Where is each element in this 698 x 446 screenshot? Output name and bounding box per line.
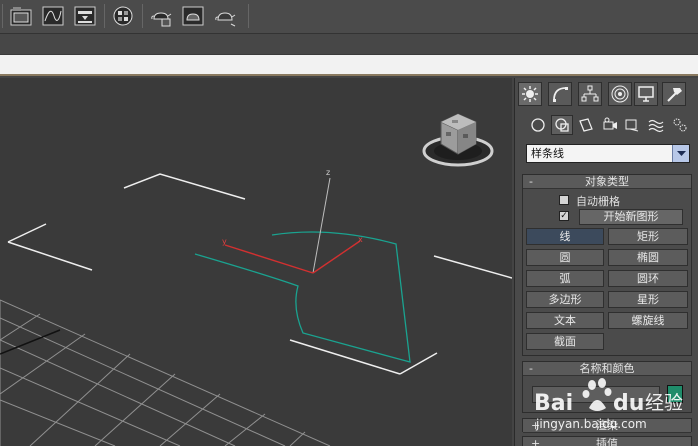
shapes-icon bbox=[555, 118, 569, 132]
tab-create[interactable] bbox=[518, 82, 542, 106]
transform-gizmo[interactable]: z y x bbox=[222, 168, 363, 274]
space-warps-wave-icon bbox=[648, 119, 664, 133]
text-button[interactable]: 文本 bbox=[526, 312, 604, 329]
gizmo-x-axis[interactable] bbox=[224, 244, 314, 274]
utilities-hammer-icon bbox=[667, 88, 682, 102]
paw-icon bbox=[582, 378, 612, 411]
dope-sheet-icon bbox=[74, 6, 96, 26]
tab-display[interactable] bbox=[634, 82, 658, 106]
gizmo-y-axis[interactable] bbox=[312, 240, 361, 274]
teapot-quick-render-icon bbox=[215, 12, 236, 27]
quick-render-button[interactable] bbox=[212, 2, 238, 30]
systems-gears-icon bbox=[673, 118, 687, 132]
expand-icon: + bbox=[531, 437, 541, 446]
material-editor-button[interactable] bbox=[148, 2, 174, 30]
shape-type-dropdown[interactable]: 样条线 bbox=[526, 144, 690, 163]
tab-utilities[interactable] bbox=[662, 82, 686, 106]
rendered-frame-window-icon bbox=[182, 6, 204, 26]
baidu-logo: Bai du 经验 jingyan.baidu.com bbox=[534, 378, 683, 431]
collapse-icon: - bbox=[529, 175, 533, 188]
category-space-warps[interactable] bbox=[645, 115, 667, 135]
gizmo-x-label: x bbox=[358, 235, 363, 244]
spline-shape[interactable] bbox=[194, 231, 411, 363]
name-and-color-rollout-header[interactable]: - 名称和颜色 bbox=[523, 362, 691, 376]
start-new-shape-checkbox[interactable]: ✓ bbox=[559, 211, 569, 221]
object-type-rollout-header[interactable]: - 对象类型 bbox=[523, 175, 691, 189]
tab-hierarchy[interactable] bbox=[578, 82, 602, 106]
cameras-icon bbox=[603, 117, 617, 130]
watermark-product: 经验 bbox=[645, 392, 683, 414]
layer-manager-icon bbox=[10, 7, 32, 26]
rollout-title: 插值 bbox=[596, 437, 618, 446]
teapot-render-setup-icon bbox=[151, 12, 172, 27]
arc-button[interactable]: 弧 bbox=[526, 270, 604, 287]
ngon-button[interactable]: 多边形 bbox=[526, 291, 604, 308]
autogrid-checkbox[interactable] bbox=[559, 195, 569, 205]
ellipse-button[interactable]: 椭圆 bbox=[608, 249, 688, 266]
rendered-frame-button[interactable] bbox=[180, 2, 206, 30]
display-monitor-icon bbox=[638, 86, 654, 102]
dropdown-selected-value: 样条线 bbox=[531, 147, 564, 160]
category-helpers[interactable] bbox=[621, 115, 643, 135]
category-systems[interactable] bbox=[669, 115, 691, 135]
dope-sheet-button[interactable] bbox=[72, 2, 98, 30]
layer-manager-button[interactable] bbox=[8, 2, 34, 30]
home-grid bbox=[0, 299, 331, 446]
gizmo-z-axis[interactable] bbox=[312, 177, 331, 274]
secondary-toolbar-strip bbox=[0, 34, 698, 55]
modify-arc-icon bbox=[553, 87, 568, 102]
rollout-title: 对象类型 bbox=[585, 175, 629, 188]
toolbar-separator bbox=[104, 4, 105, 28]
baidu-jingyan-watermark: Bai du 经验 jingyan.baidu.com bbox=[534, 378, 696, 438]
curve-editor-button[interactable] bbox=[40, 2, 66, 30]
category-shapes[interactable] bbox=[551, 115, 573, 135]
line-button[interactable]: 线 bbox=[526, 228, 604, 245]
viewcube[interactable] bbox=[422, 113, 494, 167]
gizmo-y-label: y bbox=[222, 237, 227, 246]
create-sun-icon bbox=[522, 86, 538, 102]
watermark-brand-suffix: du bbox=[613, 391, 644, 416]
motion-target-icon bbox=[611, 85, 629, 103]
watermark-url: jingyan.baidu.com bbox=[535, 417, 647, 431]
toolbar-separator bbox=[142, 4, 143, 28]
category-lights[interactable] bbox=[575, 115, 597, 135]
category-cameras[interactable] bbox=[599, 115, 621, 135]
section-button[interactable]: 截面 bbox=[526, 333, 604, 350]
category-geometry[interactable] bbox=[527, 115, 549, 135]
collapse-icon: - bbox=[529, 362, 533, 375]
circle-button[interactable]: 圆 bbox=[526, 249, 604, 266]
viewport-scene: z y x bbox=[0, 113, 512, 446]
star-button[interactable]: 星形 bbox=[608, 291, 688, 308]
schematic-view-icon bbox=[113, 6, 133, 26]
toolbar-separator bbox=[2, 4, 3, 28]
curve-editor-icon bbox=[42, 6, 64, 26]
autogrid-label: 自动栅格 bbox=[576, 195, 620, 208]
schematic-view-button[interactable] bbox=[110, 2, 136, 30]
rollout-title: 名称和颜色 bbox=[579, 362, 635, 375]
perspective-viewport[interactable]: z y x bbox=[0, 78, 512, 446]
tab-modify[interactable] bbox=[548, 82, 572, 106]
hierarchy-icon bbox=[581, 85, 599, 102]
start-new-shape-button[interactable]: 开始新图形 bbox=[579, 209, 683, 225]
rectangle-button[interactable]: 矩形 bbox=[608, 228, 688, 245]
tab-motion[interactable] bbox=[608, 82, 632, 106]
chevron-down-icon[interactable] bbox=[672, 145, 689, 162]
gizmo-z-label: z bbox=[326, 168, 330, 177]
interpolation-rollout-header[interactable]: + 插值 bbox=[523, 437, 691, 446]
watermark-brand: Bai bbox=[534, 391, 573, 416]
ribbon-strip bbox=[0, 55, 698, 76]
helpers-tape-icon bbox=[625, 119, 639, 132]
donut-button[interactable]: 圆环 bbox=[608, 270, 688, 287]
lights-spot-icon bbox=[579, 118, 593, 132]
main-toolbar bbox=[0, 0, 698, 34]
helix-button[interactable]: 螺旋线 bbox=[608, 312, 688, 329]
toolbar-separator bbox=[248, 4, 249, 28]
geometry-sphere-icon bbox=[531, 118, 545, 132]
